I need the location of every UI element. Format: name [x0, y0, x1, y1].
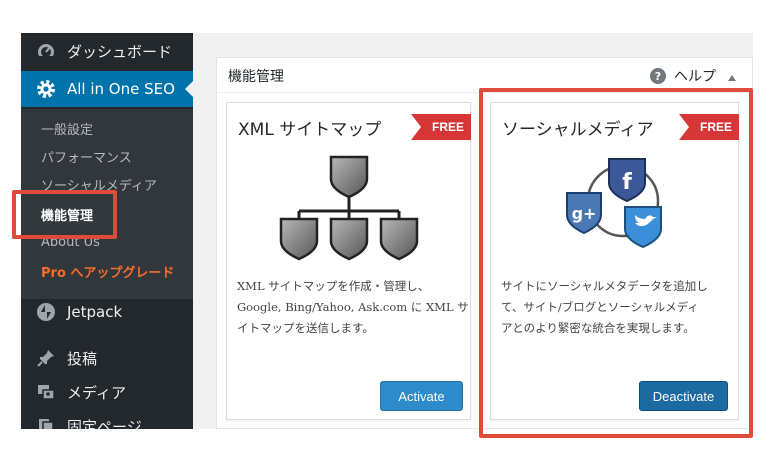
pushpin-icon — [35, 347, 57, 369]
media-icon — [35, 381, 57, 403]
panel-title: 機能管理 — [228, 69, 284, 85]
jetpack-icon — [35, 301, 57, 323]
sidebar-item-label: メディア — [67, 383, 126, 402]
gear-icon — [35, 78, 57, 100]
dashboard-icon — [35, 40, 57, 62]
highlight-social-media-card — [479, 88, 753, 438]
sidebar-item-label: All in One SEO — [67, 80, 175, 98]
sidebar-item-aioseo[interactable]: All in One SEO — [21, 71, 193, 107]
collapse-arrow-icon[interactable] — [728, 75, 736, 81]
sidebar-item-jetpack[interactable]: Jetpack — [21, 295, 193, 329]
sidebar-item-posts[interactable]: 投稿 — [21, 341, 193, 375]
submenu-item-performance[interactable]: パフォーマンス — [41, 147, 132, 166]
free-ribbon: FREE — [411, 114, 471, 140]
active-indicator-arrow — [185, 80, 193, 98]
sitemap-hierarchy-icon — [279, 155, 419, 261]
sidebar-item-label: 固定ページ — [67, 417, 142, 430]
help-toggle[interactable]: ? ヘルプ — [650, 66, 736, 86]
highlight-feature-manager-menu — [12, 190, 117, 239]
sidebar-item-dashboard[interactable]: ダッシュボード — [21, 34, 193, 68]
help-label: ヘルプ — [674, 69, 716, 85]
card-description: XML サイトマップを作成・管理し、 Google, Bing/Yahoo, A… — [237, 279, 469, 335]
sidebar-item-pages[interactable]: 固定ページ — [21, 409, 193, 429]
help-question-icon: ? — [650, 68, 666, 84]
submenu-item-upgrade-pro[interactable]: Pro へアップグレード — [41, 262, 174, 281]
submenu-item-general[interactable]: 一般設定 — [41, 119, 93, 138]
activate-button[interactable]: Activate — [380, 381, 463, 411]
sidebar-item-label: Jetpack — [67, 303, 123, 321]
feature-card-xml-sitemap: XML サイトマップ FREE XML サイトマップを作成・管理し、 Googl… — [226, 102, 471, 420]
page-icon — [35, 415, 57, 429]
sidebar-item-label: 投稿 — [67, 349, 98, 368]
card-title: XML サイトマップ — [238, 120, 382, 140]
sidebar-item-media[interactable]: メディア — [21, 375, 193, 409]
free-badge-label: FREE — [431, 120, 464, 134]
sidebar-item-label: ダッシュボード — [67, 42, 173, 61]
